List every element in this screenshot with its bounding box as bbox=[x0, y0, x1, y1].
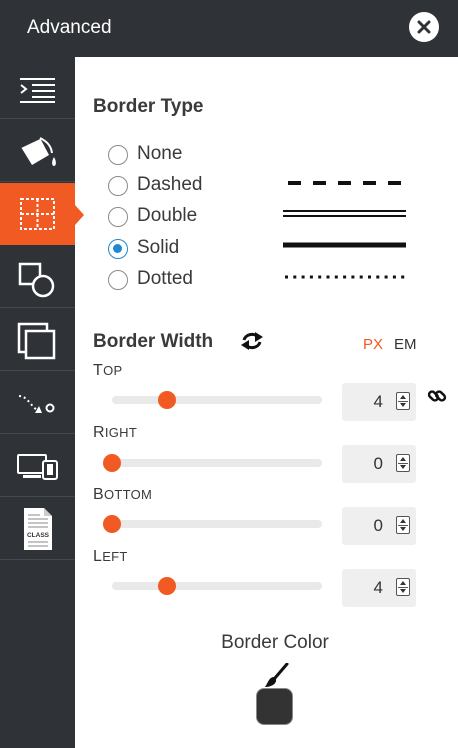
reset-icon[interactable] bbox=[240, 331, 264, 351]
right-width-input[interactable]: 0 bbox=[342, 445, 416, 483]
left-label: LEFT bbox=[93, 548, 128, 565]
left-slider[interactable] bbox=[112, 577, 322, 595]
dashed-preview bbox=[288, 181, 406, 185]
sidebar-item-fill[interactable] bbox=[0, 120, 75, 182]
top-label: TOP bbox=[93, 362, 123, 379]
bottom-width-input[interactable]: 0 bbox=[342, 507, 416, 545]
radio-button[interactable] bbox=[108, 270, 128, 290]
bottom-slider[interactable] bbox=[103, 515, 322, 533]
radio-label-dashed: Dashed bbox=[137, 174, 203, 195]
left-width-input[interactable]: 4 bbox=[342, 569, 416, 607]
border-color-label: Border Color bbox=[221, 632, 329, 653]
unit-px[interactable]: PX bbox=[363, 336, 383, 353]
indent-icon bbox=[20, 78, 55, 103]
layers-icon bbox=[17, 322, 56, 360]
border-color-swatch[interactable] bbox=[256, 688, 293, 725]
radio-button[interactable] bbox=[108, 176, 128, 196]
radio-label-double: Double bbox=[137, 205, 198, 226]
class-file-icon: CLASS bbox=[24, 508, 52, 550]
sidebar-item-border[interactable] bbox=[0, 183, 75, 245]
top-width-stepper[interactable] bbox=[396, 392, 410, 410]
top-width-value: 4 bbox=[373, 392, 383, 411]
top-slider-thumb[interactable] bbox=[157, 391, 176, 409]
motion-path-icon bbox=[18, 395, 55, 413]
sidebar-item-motion[interactable] bbox=[0, 372, 75, 434]
radio-label-solid: Solid bbox=[137, 237, 180, 258]
sidebar-item-class[interactable]: CLASS bbox=[0, 498, 75, 560]
sidebar-item-indent[interactable] bbox=[0, 57, 75, 119]
border-icon bbox=[20, 198, 55, 230]
close-button[interactable] bbox=[409, 12, 439, 42]
active-indicator-arrow bbox=[75, 205, 84, 225]
right-width-value: 0 bbox=[373, 454, 383, 473]
sidebar-item-layers[interactable] bbox=[0, 309, 75, 371]
left-width-stepper[interactable] bbox=[396, 578, 410, 596]
panel-header: Advanced bbox=[0, 0, 458, 57]
devices-icon bbox=[17, 454, 58, 480]
border-type-title: Border Type bbox=[93, 96, 204, 117]
shapes-icon bbox=[18, 262, 55, 298]
radio-button-checked[interactable] bbox=[108, 239, 128, 259]
double-preview bbox=[283, 210, 406, 217]
close-icon bbox=[417, 20, 431, 34]
bottom-width-stepper[interactable] bbox=[396, 516, 410, 534]
bottom-label: BOTTOM bbox=[93, 486, 153, 503]
unit-em[interactable]: EM bbox=[394, 336, 417, 353]
bottom-width-value: 0 bbox=[373, 516, 383, 535]
dotted-preview bbox=[285, 275, 406, 279]
right-label: RIGHT bbox=[93, 424, 138, 441]
paint-bucket-icon bbox=[20, 137, 56, 166]
right-width-stepper[interactable] bbox=[396, 454, 410, 472]
panel-title: Advanced bbox=[27, 17, 112, 38]
right-slider[interactable] bbox=[103, 454, 322, 472]
left-width-value: 4 bbox=[373, 578, 383, 597]
radio-button[interactable] bbox=[108, 145, 128, 165]
left-slider-thumb[interactable] bbox=[157, 577, 176, 595]
bottom-slider-thumb[interactable] bbox=[103, 515, 121, 533]
link-icon[interactable] bbox=[427, 386, 447, 406]
class-file-label: CLASS bbox=[27, 532, 50, 539]
brush-icon bbox=[265, 663, 289, 687]
sidebar-item-shapes[interactable] bbox=[0, 246, 75, 308]
border-width-title: Border Width bbox=[93, 331, 214, 352]
right-slider-thumb[interactable] bbox=[103, 454, 121, 472]
sidebar-item-devices[interactable] bbox=[0, 435, 75, 497]
radio-label-dotted: Dotted bbox=[137, 268, 193, 289]
radio-button[interactable] bbox=[108, 207, 128, 227]
radio-label-none: None bbox=[137, 143, 183, 164]
solid-preview bbox=[283, 242, 406, 248]
top-width-input[interactable]: 4 bbox=[342, 383, 416, 421]
top-slider[interactable] bbox=[112, 391, 322, 409]
